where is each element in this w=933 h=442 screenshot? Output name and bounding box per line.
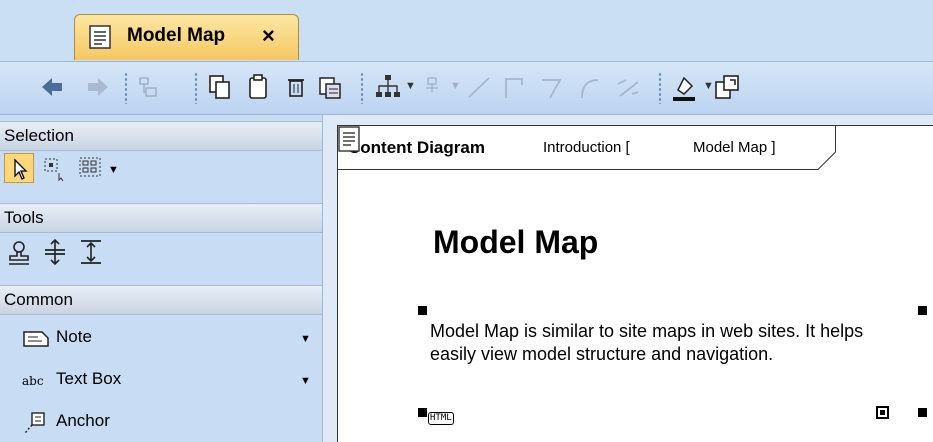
forward-icon[interactable] xyxy=(82,70,114,104)
text-box-dropdown-arrow[interactable]: ▼ xyxy=(300,375,311,387)
toolbar-grip xyxy=(194,72,198,104)
distribute-icon[interactable] xyxy=(76,237,106,267)
palette-category-selection[interactable]: Selection xyxy=(0,121,322,151)
align-center-icon[interactable] xyxy=(40,237,70,267)
text-box-icon: abc xyxy=(22,374,44,388)
html-badge[interactable]: HTML xyxy=(428,412,454,425)
palette-item-label: Anchor xyxy=(56,411,110,430)
category-label: Selection xyxy=(4,126,74,145)
select-dropdown-arrow[interactable]: ▼ xyxy=(108,164,119,176)
marquee-select-icon[interactable] xyxy=(40,153,70,183)
insert-dropdown-arrow[interactable]: ▼ xyxy=(450,80,461,92)
curve-icon[interactable] xyxy=(574,70,606,104)
rectilinear-icon[interactable] xyxy=(498,70,530,104)
hierarchy-icon[interactable] xyxy=(132,70,164,104)
app-window: Model Map × ▼ ▼ ▼ Selection ▼ Tools Comm… xyxy=(0,0,933,442)
multi-select-icon[interactable] xyxy=(76,153,106,183)
anchor-icon xyxy=(24,412,45,434)
palette-item-text-box[interactable]: abc Text Box ▼ xyxy=(0,361,322,401)
document-icon xyxy=(89,25,111,49)
diagram-type-label: Content Diagram xyxy=(348,138,485,157)
copy-icon[interactable] xyxy=(204,70,236,104)
diagram-frame[interactable]: Content Diagram Introduction [ Model Map… xyxy=(337,125,933,442)
category-label: Tools xyxy=(4,208,44,227)
text-box-content[interactable]: Model Map is similar to site maps in web… xyxy=(430,320,870,366)
bezier-icon[interactable] xyxy=(536,70,568,104)
stamp-icon[interactable] xyxy=(4,237,34,267)
tab-close-icon[interactable]: × xyxy=(262,23,275,49)
palette-item-label: Text Box xyxy=(56,369,122,388)
palette-category-common[interactable]: Common xyxy=(0,285,322,315)
note-icon xyxy=(23,331,49,347)
palette-panel: Selection ▼ Tools Common Note ▼ abc Text… xyxy=(0,115,323,442)
back-icon[interactable] xyxy=(36,70,68,104)
resize-handle-icon[interactable] xyxy=(876,406,889,419)
line-icon[interactable] xyxy=(463,70,495,104)
palette-item-label: Note xyxy=(56,327,92,346)
toolbar-grip xyxy=(360,72,364,104)
diagram-name-label: Model Map ] xyxy=(693,139,776,156)
diagram-context-label: Introduction [ xyxy=(543,139,630,156)
edit-icon[interactable] xyxy=(314,70,346,104)
diagram-area[interactable]: Content Diagram Introduction [ Model Map… xyxy=(323,115,933,442)
toolbar-grip xyxy=(658,72,662,104)
layout-icon[interactable] xyxy=(372,70,404,104)
selection-handle[interactable] xyxy=(418,306,427,315)
toolbar: ▼ ▼ ▼ xyxy=(0,62,933,115)
palette-item-anchor[interactable]: Anchor xyxy=(0,403,322,442)
export-icon[interactable] xyxy=(712,70,744,104)
diagram-frame-header: Content Diagram Introduction [ Model Map… xyxy=(338,126,838,170)
note-dropdown-arrow[interactable]: ▼ xyxy=(300,333,311,345)
tab-model-map[interactable]: Model Map × xyxy=(74,14,299,60)
layout-dropdown-arrow[interactable]: ▼ xyxy=(405,80,416,92)
tab-bar: Model Map × xyxy=(0,0,933,62)
insert-icon[interactable] xyxy=(416,70,448,104)
selection-handle[interactable] xyxy=(918,306,927,315)
fill-color-icon[interactable] xyxy=(668,70,700,104)
palette-category-tools[interactable]: Tools xyxy=(0,203,322,233)
toolbar-grip xyxy=(124,72,128,104)
selection-handle[interactable] xyxy=(918,408,927,417)
category-label: Common xyxy=(4,290,73,309)
split-icon[interactable] xyxy=(612,70,644,104)
page-title[interactable]: Model Map xyxy=(433,224,598,261)
selection-handle[interactable] xyxy=(418,408,427,417)
palette-item-note[interactable]: Note ▼ xyxy=(0,319,322,359)
tab-label: Model Map xyxy=(127,25,226,46)
document-icon xyxy=(338,126,360,152)
paste-icon[interactable] xyxy=(242,70,274,104)
pointer-icon[interactable] xyxy=(4,153,34,183)
delete-icon[interactable] xyxy=(280,70,312,104)
